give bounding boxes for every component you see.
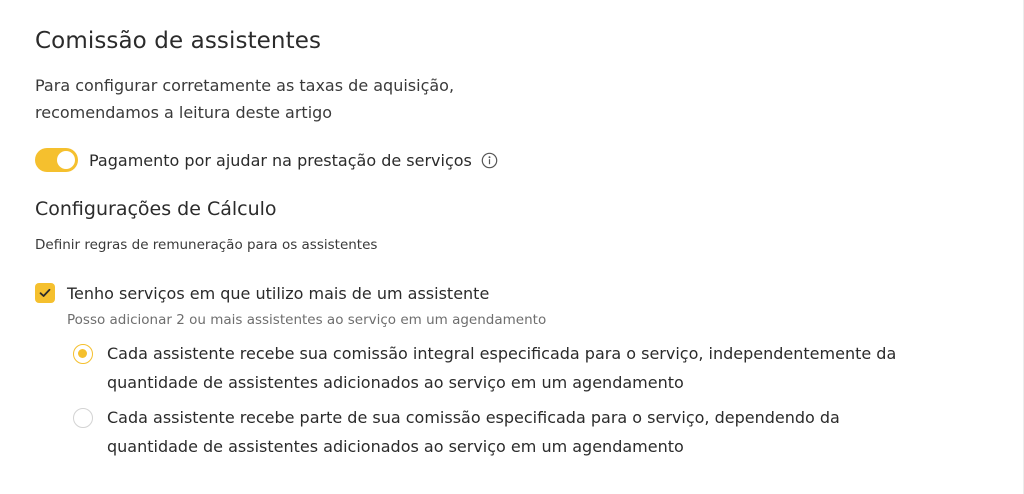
page-title: Comissão de assistentes bbox=[35, 28, 322, 54]
checkmark-icon bbox=[39, 288, 51, 297]
intro-line-2: recomendamos a leitura deste artigo bbox=[35, 103, 333, 122]
partial-commission-radio[interactable] bbox=[73, 408, 93, 428]
multi-assistant-checkbox-label: Tenho serviços em que utilizo mais de um… bbox=[67, 283, 490, 303]
radio-dot bbox=[78, 349, 87, 358]
full-commission-option[interactable]: Cada assistente recebe sua comissão inte… bbox=[73, 339, 993, 397]
calculation-settings-title: Configurações de Cálculo bbox=[35, 198, 277, 220]
info-icon[interactable] bbox=[481, 152, 498, 169]
assistant-payment-toggle[interactable] bbox=[35, 148, 78, 172]
partial-commission-option-label: Cada assistente recebe parte de sua comi… bbox=[107, 403, 987, 461]
assistant-payment-toggle-label: Pagamento por ajudar na prestação de ser… bbox=[89, 150, 472, 170]
partial-commission-label-line-1: Cada assistente recebe parte de sua comi… bbox=[107, 408, 840, 427]
full-commission-radio[interactable] bbox=[73, 344, 93, 364]
partial-commission-label-line-2: quantidade de assistentes adicionados ao… bbox=[107, 437, 684, 456]
assistant-payment-toggle-row: Pagamento por ajudar na prestação de ser… bbox=[35, 147, 498, 173]
calculation-settings-description: Definir regras de remuneração para os as… bbox=[35, 237, 378, 253]
intro-text: Para configurar corretamente as taxas de… bbox=[35, 72, 555, 126]
full-commission-label-line-2: quantidade de assistentes adicionados ao… bbox=[107, 373, 684, 392]
multi-assistant-checkbox-row: Tenho serviços em que utilizo mais de um… bbox=[35, 283, 489, 303]
toggle-knob bbox=[57, 151, 75, 169]
partial-commission-option[interactable]: Cada assistente recebe parte de sua comi… bbox=[73, 403, 993, 461]
multi-assistant-checkbox[interactable] bbox=[35, 283, 55, 303]
intro-line-1: Para configurar corretamente as taxas de… bbox=[35, 76, 455, 95]
multi-assistant-hint: Posso adicionar 2 ou mais assistentes ao… bbox=[67, 312, 547, 328]
full-commission-option-label: Cada assistente recebe sua comissão inte… bbox=[107, 339, 987, 397]
full-commission-label-line-1: Cada assistente recebe sua comissão inte… bbox=[107, 344, 897, 363]
assistant-commission-page: Comissão de assistentes Para configurar … bbox=[0, 0, 1024, 494]
